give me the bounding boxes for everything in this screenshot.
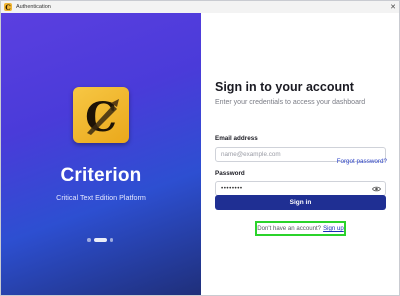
brand-tagline: Critical Text Edition Platform	[56, 193, 146, 202]
email-label: Email address	[215, 135, 258, 142]
auth-window: C Authentication ✕ C Criterion Critical …	[0, 0, 400, 296]
password-label: Password	[215, 170, 245, 177]
signin-button[interactable]: Sign in	[215, 195, 386, 210]
carousel-dot[interactable]	[87, 238, 91, 242]
eye-icon[interactable]	[372, 185, 381, 193]
carousel-indicator	[87, 238, 113, 242]
brand-panel: C Criterion Critical Text Edition Platfo…	[1, 13, 201, 295]
page-title: Sign in to your account	[215, 80, 354, 94]
brand-logo: C	[73, 87, 129, 143]
close-icon[interactable]: ✕	[387, 1, 399, 13]
forgot-password-link[interactable]: Forgot password?	[337, 158, 387, 165]
password-field[interactable]: ••••••••	[215, 181, 386, 196]
carousel-dot-active[interactable]	[93, 238, 107, 242]
window-title: Authentication	[16, 4, 51, 10]
app-logo-icon: C	[4, 2, 12, 12]
password-value: ••••••••	[221, 185, 243, 192]
signin-panel: Sign in to your account Enter your crede…	[201, 13, 399, 295]
signup-link[interactable]: Sign up	[323, 225, 344, 232]
quill-logo-icon: C	[85, 94, 119, 141]
page-subtitle: Enter your credentials to access your da…	[215, 99, 366, 106]
signup-prompt-text: Don't have an account?	[257, 225, 322, 232]
brand-name: Criterion	[60, 165, 142, 186]
signup-prompt: Don't have an account? Sign up	[255, 221, 346, 236]
email-placeholder: name@example.com	[221, 151, 281, 158]
title-bar: C Authentication ✕	[1, 1, 399, 13]
carousel-dot[interactable]	[109, 238, 113, 242]
